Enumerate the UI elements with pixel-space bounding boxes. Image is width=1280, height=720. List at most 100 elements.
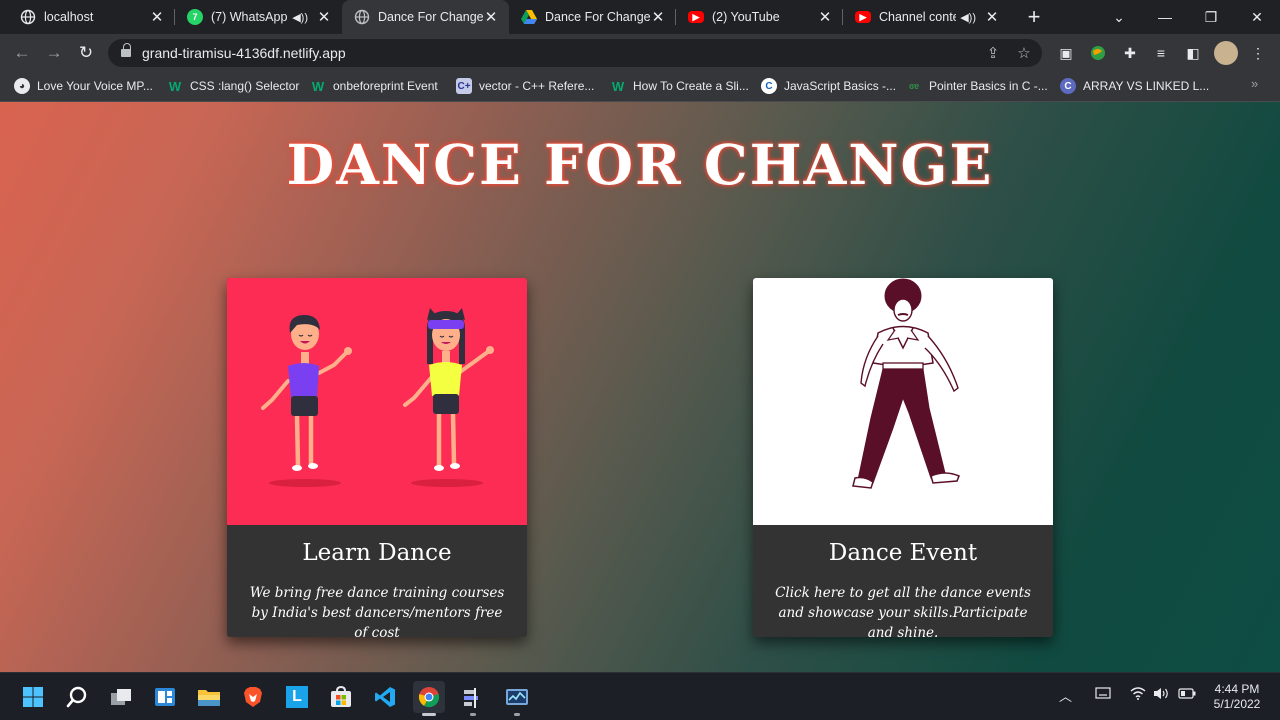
widgets-icon[interactable] bbox=[149, 681, 181, 713]
letter-l-app-icon[interactable]: L bbox=[281, 681, 313, 713]
globe-icon bbox=[20, 9, 36, 25]
running-app-indicator bbox=[470, 713, 476, 716]
tab-title: (2) YouTube bbox=[712, 10, 780, 24]
bookmark-item[interactable]: W CSS :lang() Selector bbox=[167, 77, 300, 95]
bookmark-item[interactable]: ɞɐ Pointer Basics in C -... bbox=[906, 77, 1048, 95]
bookmark-item[interactable]: ◕ Love Your Voice MP... bbox=[14, 77, 153, 95]
new-tab-button[interactable]: + bbox=[1023, 4, 1045, 30]
c-circle-icon: C bbox=[761, 78, 777, 94]
dance-event-card[interactable]: Dance Event Click here to get all the da… bbox=[753, 278, 1053, 637]
search-icon[interactable] bbox=[61, 681, 93, 713]
share-icon[interactable]: ⇪ bbox=[984, 44, 1002, 62]
profile-avatar[interactable] bbox=[1214, 41, 1238, 65]
clock-time: 4:44 PM bbox=[1214, 682, 1260, 696]
wifi-icon[interactable] bbox=[1130, 687, 1146, 703]
bookmark-item[interactable]: W How To Create a Sli... bbox=[610, 77, 749, 95]
tab-whatsapp[interactable]: 7 (7) WhatsApp ◀)) ✕ bbox=[175, 0, 342, 34]
battery-icon[interactable] bbox=[1178, 687, 1196, 702]
bookmarks-bar: ◕ Love Your Voice MP... W CSS :lang() Se… bbox=[0, 71, 1280, 102]
card-description: We bring free dance training courses by … bbox=[249, 585, 505, 637]
system-clock[interactable]: 4:44 PM 5/1/2022 bbox=[1206, 682, 1268, 712]
tab-channel-content[interactable]: ▶ Channel conte ◀)) ✕ bbox=[843, 0, 1010, 34]
back-icon[interactable]: ← bbox=[9, 40, 35, 66]
bookmark-label: JavaScript Basics -... bbox=[784, 79, 897, 93]
youtube-icon: ▶ bbox=[855, 11, 871, 23]
bookmark-item[interactable]: C JavaScript Basics -... bbox=[761, 77, 896, 95]
tab-search-icon[interactable]: ⌄ bbox=[1096, 0, 1142, 34]
file-explorer-icon[interactable] bbox=[193, 681, 225, 713]
tab-youtube[interactable]: ▶ (2) YouTube ✕ bbox=[676, 0, 843, 34]
disco-dancer-illustration bbox=[753, 278, 1053, 525]
tab-strip: localhost ✕ 7 (7) WhatsApp ◀)) ✕ Dance F… bbox=[0, 0, 1280, 34]
speaker-icon[interactable]: ◀)) bbox=[292, 11, 308, 24]
tab-title: (7) WhatsApp bbox=[211, 10, 288, 24]
w3schools-icon: W bbox=[168, 78, 182, 94]
show-hidden-icons-chevron-icon[interactable]: ︿ bbox=[1059, 686, 1072, 705]
bookmark-label: CSS :lang() Selector bbox=[190, 79, 300, 93]
address-bar[interactable]: grand-tiramisu-4136df.netlify.app ⇪ ☆ bbox=[108, 39, 1042, 67]
close-tab-icon[interactable]: ✕ bbox=[483, 8, 499, 26]
dev-tool-icon[interactable] bbox=[457, 681, 489, 716]
close-tab-icon[interactable]: ✕ bbox=[149, 8, 165, 26]
bookmark-label: vector - C++ Refere... bbox=[479, 79, 595, 93]
close-tab-icon[interactable]: ✕ bbox=[650, 8, 666, 26]
whatsapp-icon: 7 bbox=[187, 9, 203, 25]
microsoft-store-icon[interactable] bbox=[325, 681, 357, 713]
youtube-icon: ▶ bbox=[688, 11, 704, 23]
w3schools-icon: W bbox=[611, 78, 625, 94]
media-icon[interactable]: ▣ bbox=[1057, 44, 1075, 62]
task-view-icon[interactable] bbox=[105, 681, 137, 713]
card-title: Learn Dance bbox=[302, 540, 452, 566]
menu-kebab-icon[interactable]: ⋮ bbox=[1249, 44, 1267, 62]
bookmark-item[interactable]: C ARRAY VS LINKED L... bbox=[1060, 77, 1209, 95]
clock-date: 5/1/2022 bbox=[1213, 697, 1261, 711]
extensions-puzzle-icon[interactable]: ✚ bbox=[1121, 44, 1139, 62]
lock-icon[interactable] bbox=[121, 43, 131, 58]
close-tab-icon[interactable]: ✕ bbox=[984, 8, 1000, 26]
page-viewport: DANCE FOR CHANGE Learn Dance We bring fr… bbox=[0, 102, 1280, 672]
reading-list-icon[interactable]: ≡ bbox=[1152, 44, 1170, 62]
w3schools-icon: W bbox=[311, 78, 325, 94]
tab-title: Dance For Change bbox=[545, 10, 650, 24]
tab-title: localhost bbox=[44, 10, 94, 24]
bookmark-label: onbeforeprint Event bbox=[333, 79, 438, 93]
card-description: Click here to get all the dance events a… bbox=[775, 585, 1031, 637]
url-text[interactable]: grand-tiramisu-4136df.netlify.app bbox=[142, 45, 346, 61]
reload-icon[interactable]: ↻ bbox=[73, 40, 99, 66]
tab-dance-for-change-active[interactable]: Dance For Change ✕ bbox=[342, 0, 509, 34]
active-app-indicator bbox=[422, 713, 436, 716]
google-drive-icon bbox=[521, 9, 537, 25]
speaker-icon[interactable]: ◀)) bbox=[960, 11, 976, 24]
monitor-app-icon[interactable] bbox=[501, 681, 533, 716]
bookmarks-overflow-icon[interactable]: » bbox=[1251, 76, 1258, 91]
learn-dance-card[interactable]: Learn Dance We bring free dance training… bbox=[227, 278, 527, 637]
volume-icon[interactable] bbox=[1153, 687, 1171, 703]
restore-icon[interactable]: ❐ bbox=[1188, 0, 1234, 34]
bookmark-item[interactable]: C+ vector - C++ Refere... bbox=[456, 77, 594, 95]
forward-icon[interactable]: → bbox=[41, 40, 67, 66]
extension-earth-icon[interactable] bbox=[1089, 44, 1107, 62]
windows-start-icon[interactable] bbox=[17, 681, 49, 713]
bookmark-label: Pointer Basics in C -... bbox=[929, 79, 1048, 93]
bookmark-star-icon[interactable]: ☆ bbox=[1015, 44, 1033, 62]
close-tab-icon[interactable]: ✕ bbox=[817, 8, 833, 26]
globe-icon bbox=[354, 9, 370, 25]
tab-localhost[interactable]: localhost ✕ bbox=[8, 0, 175, 34]
tab-dance-for-change-drive[interactable]: Dance For Change ✕ bbox=[509, 0, 676, 34]
c-circle-icon: C bbox=[1060, 78, 1076, 94]
keyboard-icon[interactable] bbox=[1095, 687, 1111, 702]
close-tab-icon[interactable]: ✕ bbox=[316, 8, 332, 26]
chrome-icon[interactable] bbox=[413, 681, 445, 716]
side-panel-icon[interactable]: ◧ bbox=[1184, 44, 1202, 62]
two-dancers-illustration bbox=[227, 278, 527, 525]
windows-taskbar: L ︿ bbox=[0, 672, 1280, 720]
running-app-indicator bbox=[514, 713, 520, 716]
duck-icon: ◕ bbox=[14, 78, 30, 94]
bookmark-item[interactable]: W onbeforeprint Event bbox=[310, 77, 438, 95]
vscode-icon[interactable] bbox=[369, 681, 401, 713]
tab-title: Dance For Change bbox=[378, 10, 483, 24]
close-window-icon[interactable]: ✕ bbox=[1234, 0, 1280, 34]
brave-browser-icon[interactable] bbox=[237, 681, 269, 713]
minimize-icon[interactable]: — bbox=[1142, 0, 1188, 34]
bookmark-label: How To Create a Sli... bbox=[633, 79, 749, 93]
